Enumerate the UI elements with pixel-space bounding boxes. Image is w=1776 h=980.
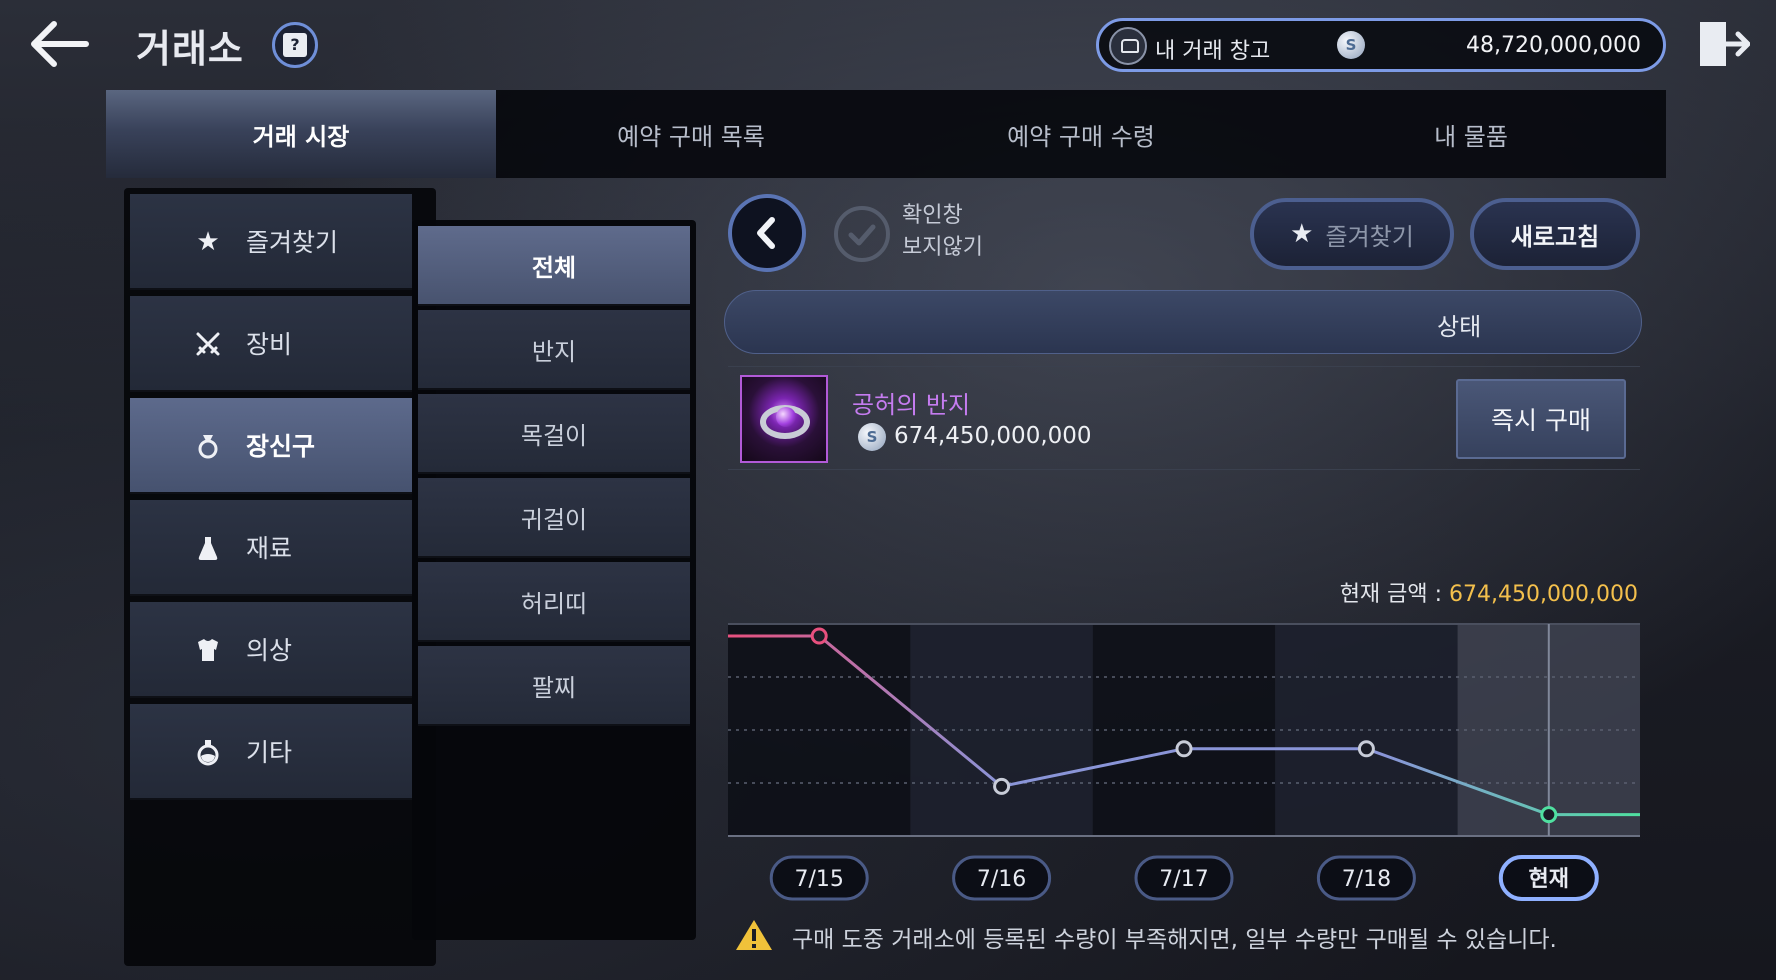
warning-text: 구매 도중 거래소에 등록된 수량이 부족해지면, 일부 수량만 구매될 수 있… bbox=[792, 927, 1557, 953]
ring-icon bbox=[198, 435, 218, 459]
category-favorites[interactable]: ★ 즐겨찾기 bbox=[130, 194, 412, 290]
favorite-button[interactable]: ★ 즐겨찾기 bbox=[1250, 198, 1454, 270]
category-materials[interactable]: 재료 bbox=[130, 500, 412, 596]
category-equipment[interactable]: 장비 bbox=[130, 296, 412, 392]
crossed-swords-icon bbox=[196, 332, 220, 356]
chart-x-label: 7/16 bbox=[977, 867, 1026, 892]
current-price-value: 674,450,000,000 bbox=[1449, 582, 1638, 607]
category-label: 의상 bbox=[246, 636, 293, 665]
current-price-label: 현재 금액 : bbox=[1339, 582, 1450, 607]
help-book-icon[interactable]: ? bbox=[272, 22, 318, 68]
category-panel: ★ 즐겨찾기 장비 장신구 재료 의상 기타 bbox=[124, 188, 436, 966]
chart-point bbox=[1175, 740, 1193, 758]
subcategory-ring[interactable]: 반지 bbox=[418, 310, 690, 390]
confirm-skip-line1: 확인창 bbox=[902, 203, 963, 228]
potion-icon bbox=[197, 740, 219, 766]
chart-x-label: 7/18 bbox=[1342, 867, 1391, 892]
gem bbox=[776, 407, 796, 427]
buy-now-button[interactable]: 즉시 구매 bbox=[1456, 379, 1626, 459]
tab-trade-market[interactable]: 거래 시장 bbox=[106, 90, 496, 178]
category-label: 즐겨찾기 bbox=[246, 228, 339, 257]
confirm-skip-line2: 보지않기 bbox=[902, 235, 983, 260]
subcategory-earring[interactable]: 귀걸이 bbox=[418, 478, 690, 558]
category-accessories[interactable]: 장신구 bbox=[130, 398, 412, 494]
chart-point bbox=[810, 627, 828, 645]
star-icon: ★ bbox=[1290, 219, 1314, 249]
item-price: 674,450,000,000 bbox=[894, 423, 1092, 449]
confirm-skip-checkbox[interactable] bbox=[834, 206, 890, 262]
confirm-skip-label: 확인창 보지않기 bbox=[902, 200, 983, 264]
category-label: 장신구 bbox=[246, 432, 316, 461]
subcategory-bracelet[interactable]: 팔찌 bbox=[418, 646, 690, 726]
subcategory-belt[interactable]: 허리띠 bbox=[418, 562, 690, 642]
subcategory-necklace[interactable]: 목걸이 bbox=[418, 394, 690, 474]
favorite-label: 즐겨찾기 bbox=[1325, 222, 1414, 251]
silver-coin-icon: S bbox=[1337, 31, 1365, 59]
silver-balance: 48,720,000,000 bbox=[1466, 33, 1641, 58]
tab-my-items[interactable]: 내 물품 bbox=[1276, 90, 1666, 178]
chart-column-band bbox=[728, 624, 911, 836]
exit-icon[interactable] bbox=[1696, 18, 1750, 72]
current-price-readout: 현재 금액 : 674,450,000,000 bbox=[1340, 576, 1638, 608]
subcategory-all[interactable]: 전체 bbox=[418, 226, 690, 306]
chart-point bbox=[1540, 806, 1558, 824]
subcategory-panel: 전체 반지 목걸이 귀걸이 허리띠 팔찌 bbox=[412, 220, 696, 940]
chart-x-label: 현재 bbox=[1529, 867, 1569, 892]
category-etc[interactable]: 기타 bbox=[130, 704, 412, 800]
chest-icon bbox=[1109, 27, 1147, 65]
category-label: 기타 bbox=[246, 738, 293, 767]
check-icon bbox=[848, 224, 876, 246]
chart-point bbox=[1357, 740, 1375, 758]
status-header-bar: 상태 bbox=[724, 290, 1642, 354]
wallet-label: 내 거래 창고 bbox=[1155, 39, 1271, 64]
chart-x-label: 7/17 bbox=[1159, 867, 1208, 892]
chart-point bbox=[993, 777, 1011, 795]
status-header-label: 상태 bbox=[1437, 313, 1482, 341]
chevron-left-icon bbox=[757, 217, 775, 249]
warning-icon bbox=[736, 920, 772, 950]
my-trade-storage[interactable]: 내 거래 창고 S 48,720,000,000 bbox=[1096, 18, 1666, 72]
page-title: 거래소 bbox=[136, 27, 244, 71]
detail-back-button[interactable] bbox=[728, 194, 806, 272]
flask-icon bbox=[198, 537, 218, 560]
armor-icon bbox=[198, 639, 218, 661]
chart-column-band bbox=[1275, 624, 1458, 836]
chart-x-label: 7/15 bbox=[794, 867, 843, 892]
silver-coin-icon: S bbox=[858, 423, 886, 451]
back-arrow-icon[interactable] bbox=[28, 18, 90, 70]
category-label: 장비 bbox=[246, 330, 293, 359]
item-thumbnail bbox=[740, 375, 828, 463]
price-history-chart: 7/15 7/16 7/17 7/18 현재 bbox=[728, 623, 1640, 901]
tab-reserved-purchase-receive[interactable]: 예약 구매 수령 bbox=[886, 90, 1276, 178]
category-label: 재료 bbox=[246, 534, 293, 563]
main-tabs: 거래 시장 예약 구매 목록 예약 구매 수령 내 물품 bbox=[106, 90, 1666, 178]
item-name: 공허의 반지 bbox=[852, 391, 971, 419]
item-row: 공허의 반지 S 674,450,000,000 즉시 구매 bbox=[728, 366, 1640, 470]
refresh-button[interactable]: 새로고침 bbox=[1470, 198, 1640, 270]
category-costume[interactable]: 의상 bbox=[130, 602, 412, 698]
star-icon: ★ bbox=[196, 227, 220, 257]
tab-reserved-purchase-list[interactable]: 예약 구매 목록 bbox=[496, 90, 886, 178]
